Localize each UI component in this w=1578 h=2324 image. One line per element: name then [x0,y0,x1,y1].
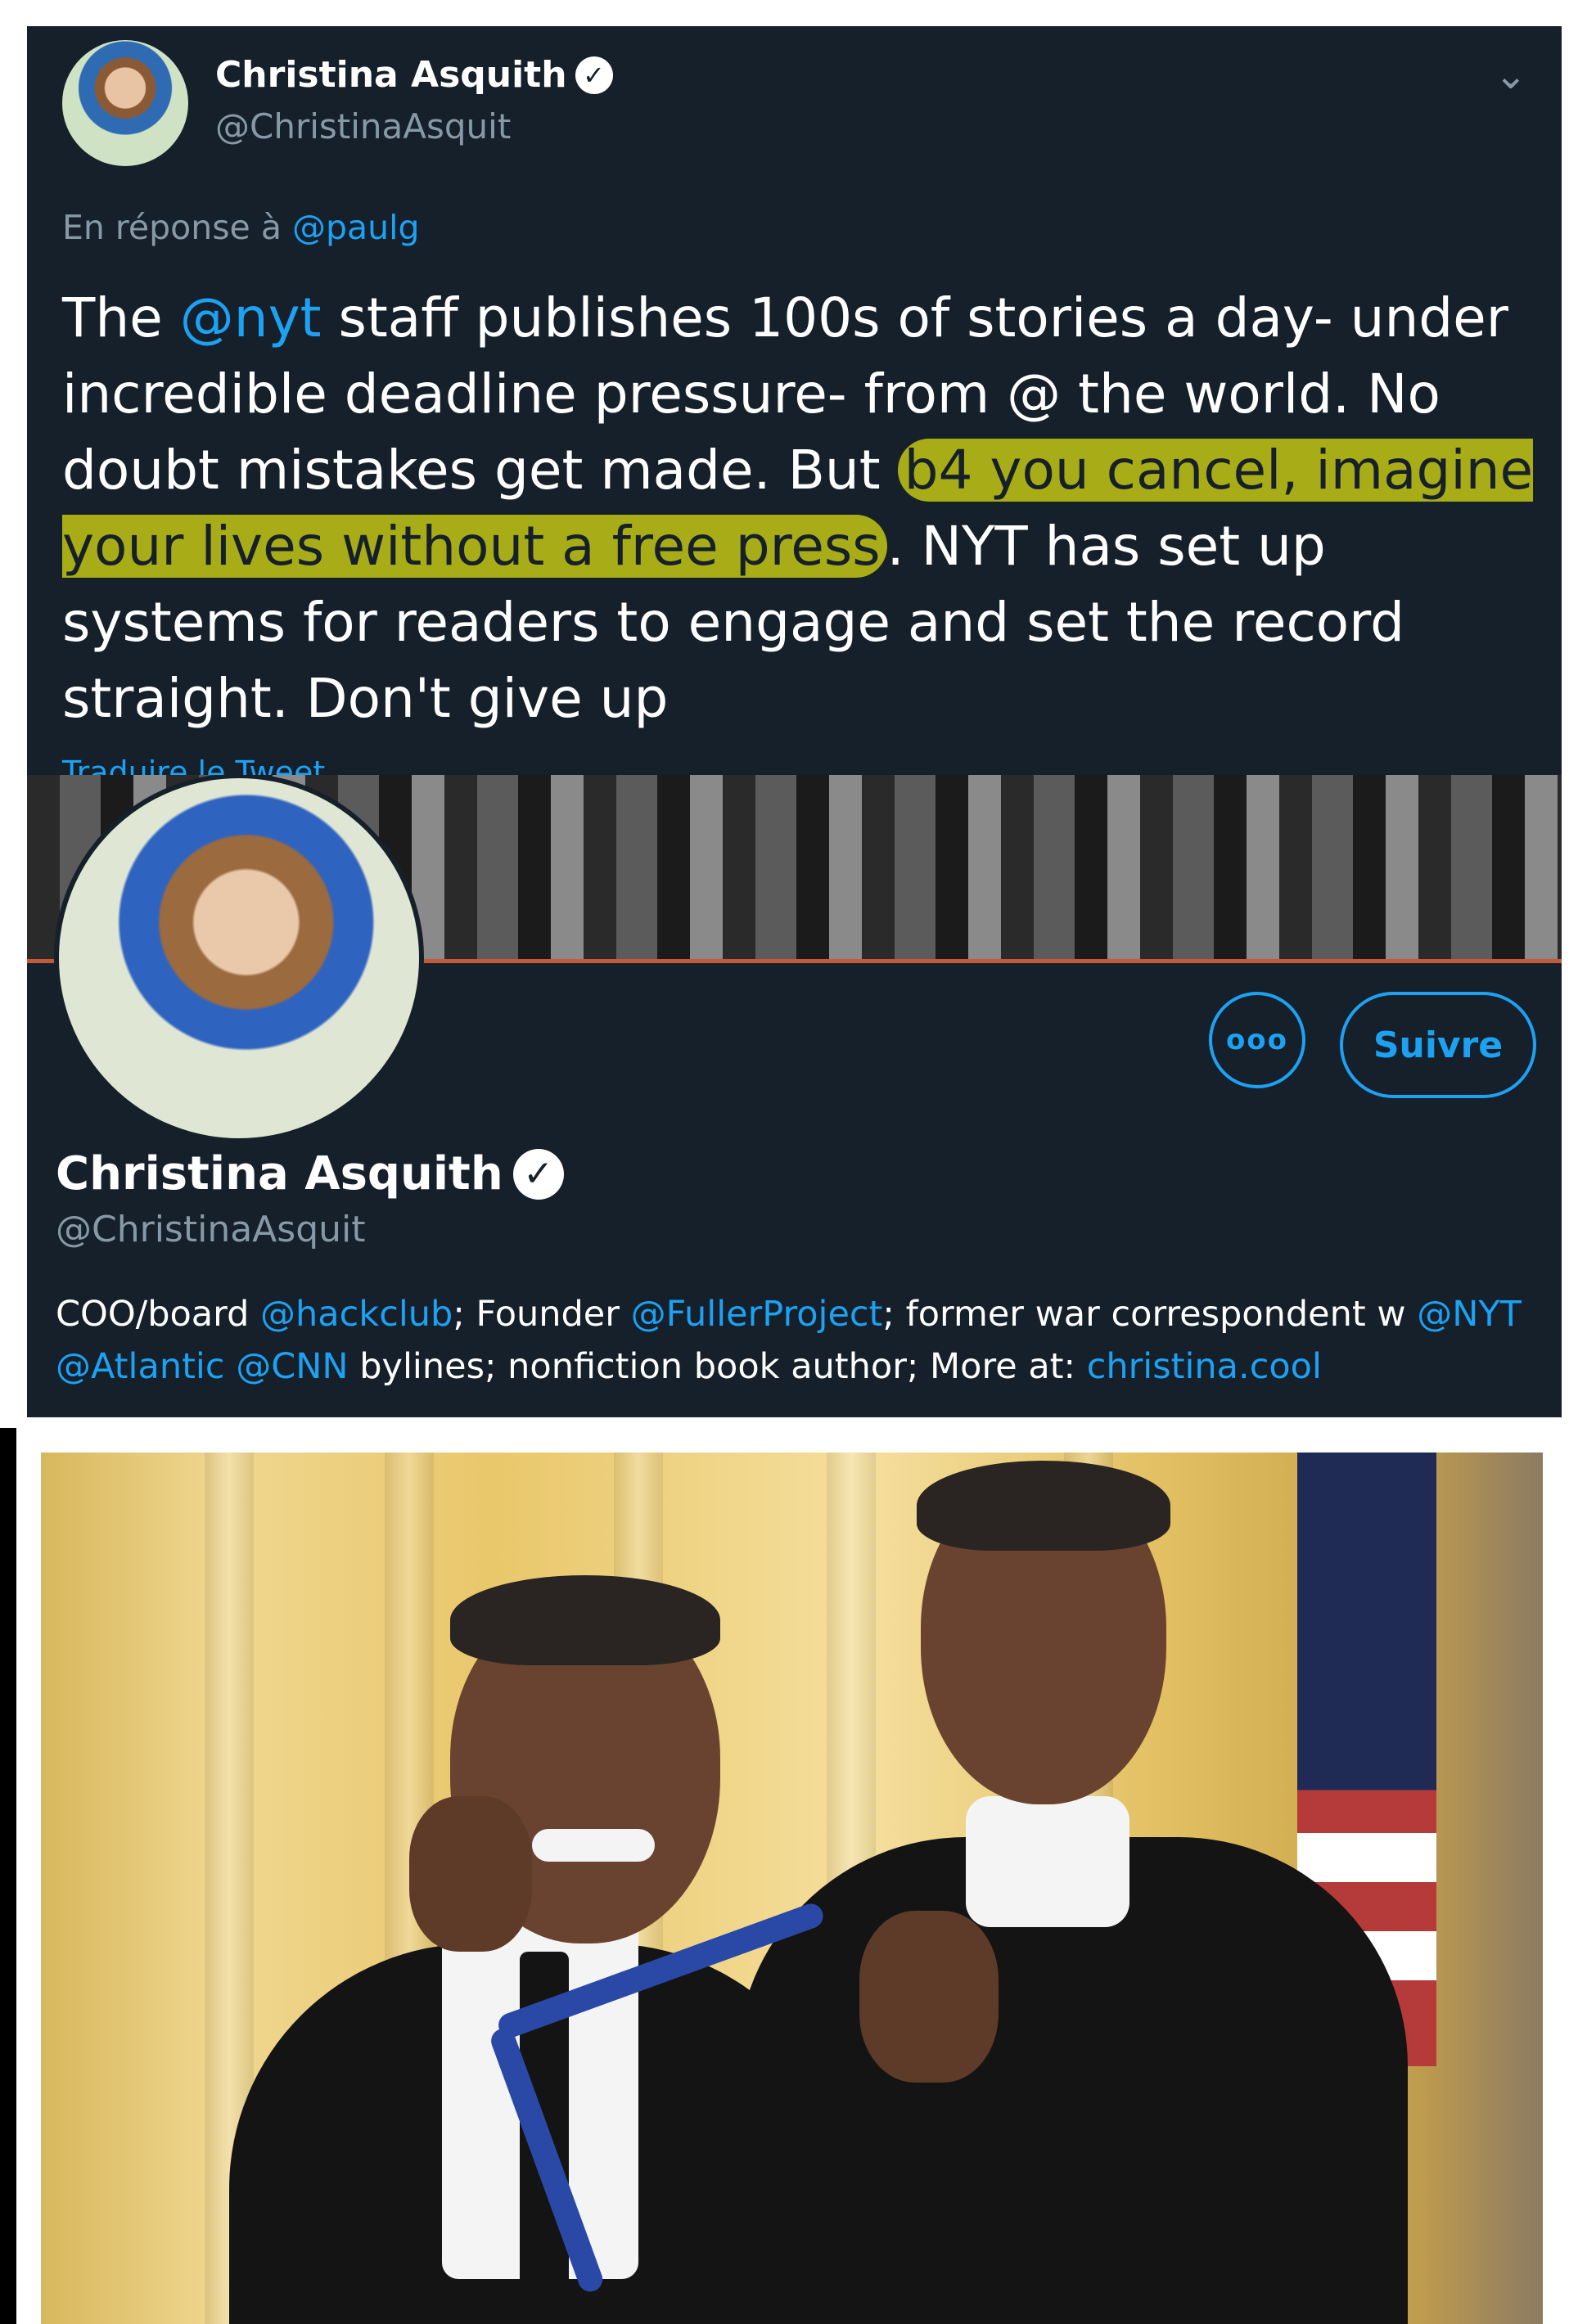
bio-link-fullerproject[interactable]: @FullerProject [631,1294,883,1335]
more-options-button[interactable]: ooo [1209,992,1305,1088]
bio-text [225,1346,237,1387]
reply-handle-link[interactable]: @paulg [292,208,420,247]
back-figure-hair [917,1461,1170,1551]
author-name[interactable]: Christina Asquith [215,54,567,96]
bio-text: COO/board [56,1294,261,1335]
bio-text: bylines; nonfiction book author; More at… [348,1346,1087,1387]
bio-link-website[interactable]: christina.cool [1087,1346,1322,1387]
meme-photo [41,1452,1543,2324]
verified-badge-icon: ✓ [512,1148,564,1200]
profile-handle: @ChristinaAsquit [56,1209,366,1250]
author-avatar[interactable] [62,40,188,166]
verified-badge-icon: ✓ [575,56,613,94]
profile-card: ooo Suivre Christina Asquith ✓ @Christin… [27,775,1562,1417]
tweet-text: The @nyt staff publishes 100s of stories… [62,280,1535,736]
tweet-text-part: The [62,286,180,349]
bio-link-atlantic[interactable]: @Atlantic [56,1346,225,1387]
bio-text: ; Founder [453,1294,631,1335]
translate-tweet-link[interactable]: Traduire le Tweet [62,754,325,775]
reply-context: En réponse à @paulg [62,208,420,247]
profile-name: Christina Asquith [56,1147,503,1200]
tweet-card: Christina Asquith ✓ @ChristinaAsquit ⌄ E… [27,26,1562,775]
author-handle[interactable]: @ChristinaAsquit [215,106,511,146]
bio-link-hackclub[interactable]: @hackclub [260,1294,453,1335]
front-figure-hair [450,1575,720,1665]
hand [859,1911,999,2083]
chevron-down-icon[interactable]: ⌄ [1495,52,1527,98]
smile [532,1829,655,1862]
back-figure-collar [966,1796,1129,1927]
follow-button[interactable]: Suivre [1340,992,1536,1098]
author-name-row[interactable]: Christina Asquith ✓ [215,54,613,96]
reply-prefix: En réponse à [62,208,282,247]
profile-bio: COO/board @hackclub; Founder @FullerProj… [56,1288,1529,1393]
profile-avatar[interactable] [54,775,424,1143]
photo-panel [0,1428,1578,2324]
hand [409,1796,532,1952]
mention-link[interactable]: @nyt [180,286,322,349]
photo-border [0,1428,16,2324]
bio-link-nyt[interactable]: @NYT [1417,1294,1522,1335]
bio-link-cnn[interactable]: @CNN [236,1346,348,1387]
bio-text: ; former war correspondent w [882,1294,1418,1335]
profile-name-row: Christina Asquith ✓ [56,1147,564,1200]
